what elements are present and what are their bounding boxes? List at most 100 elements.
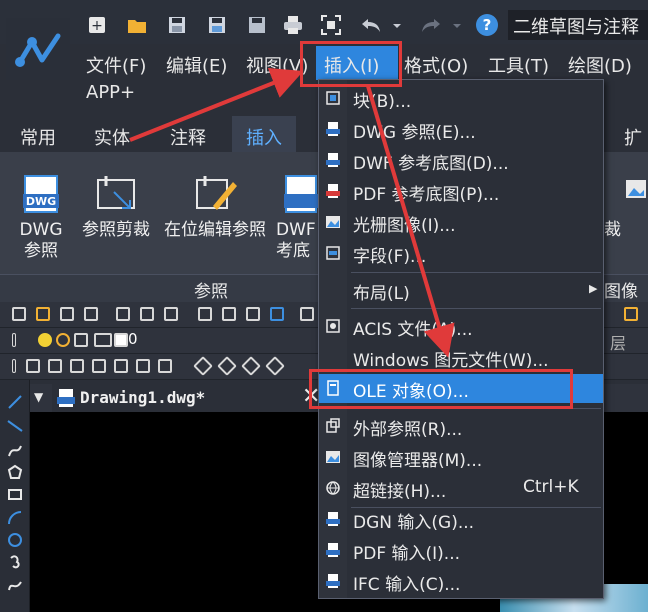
- view-nw-iso-icon[interactable]: [265, 356, 285, 376]
- menu-file[interactable]: 文件(F): [86, 52, 146, 78]
- layer-lock-icon[interactable]: [74, 333, 88, 347]
- save-icon[interactable]: [164, 12, 190, 38]
- menu-format[interactable]: 格式(O): [404, 52, 468, 78]
- menu-draw[interactable]: 绘图(D): [568, 52, 632, 78]
- edit-in-place-button[interactable]: 在位编辑参照: [160, 172, 270, 241]
- menu-item-block[interactable]: 块(B)...: [319, 84, 603, 113]
- menu-item-dwg-ref[interactable]: DWG 参照(E)...: [319, 115, 603, 144]
- menu-item-label: 超链接(H)...: [353, 482, 447, 502]
- view-back-icon[interactable]: [136, 359, 150, 373]
- xline-icon[interactable]: [7, 418, 23, 434]
- tb-copy-icon[interactable]: [222, 307, 236, 321]
- view-front-icon[interactable]: [114, 359, 128, 373]
- saveas-icon[interactable]: [204, 12, 230, 38]
- ref-clip-button[interactable]: 参照剪裁: [78, 172, 154, 241]
- tab-solid[interactable]: 实体: [94, 124, 130, 150]
- print-icon[interactable]: [280, 12, 306, 38]
- menu-item-dwf-underlay[interactable]: DWF 参考底图(D)...: [319, 146, 603, 175]
- annotation-box-insert-menu: [300, 41, 402, 87]
- toolbar-grip-icon[interactable]: [12, 359, 16, 373]
- menu-tools[interactable]: 工具(T): [488, 52, 549, 78]
- tab-insert[interactable]: 插入: [246, 124, 282, 150]
- clip-icon: [94, 172, 138, 216]
- tab-annotate[interactable]: 注释: [170, 124, 206, 150]
- rectangle-icon[interactable]: [7, 486, 23, 502]
- menu-item-label: 字段(F)...: [353, 247, 427, 267]
- menu-item-pdf-import[interactable]: PDF 输入(I)...: [319, 536, 603, 565]
- menu-item-image-manager[interactable]: 图像管理器(M)...: [319, 443, 603, 472]
- arc-icon[interactable]: [7, 510, 23, 526]
- view-top-icon[interactable]: [26, 359, 40, 373]
- redo-icon[interactable]: [418, 12, 444, 38]
- polygon-icon[interactable]: [7, 464, 23, 480]
- redo-dropdown-icon[interactable]: [450, 12, 464, 38]
- menu-edit[interactable]: 编辑(E): [166, 52, 227, 78]
- tb-print-icon[interactable]: [116, 307, 130, 321]
- tb-paste-icon[interactable]: [246, 307, 260, 321]
- image-clip-label: 裁: [604, 220, 621, 240]
- tb-undo-icon[interactable]: [300, 307, 314, 321]
- menu-item-label: PDF 输入(I)...: [353, 544, 461, 564]
- revcloud-icon[interactable]: [7, 554, 23, 570]
- tb-new-icon[interactable]: [12, 307, 26, 321]
- dwf-underlay-label: DWF 考底: [276, 220, 316, 261]
- menu-item-dgn-import[interactable]: DGN 输入(G)...: [319, 505, 603, 534]
- layer-freeze-icon[interactable]: [56, 333, 70, 347]
- tb-match-icon[interactable]: [270, 307, 284, 321]
- saveas-alt-icon[interactable]: [244, 12, 270, 38]
- tb-preview-icon[interactable]: [140, 307, 154, 321]
- tb-text-style-icon[interactable]: [624, 307, 638, 321]
- tb-open-icon[interactable]: [36, 307, 50, 321]
- view-bottom-icon[interactable]: [48, 359, 62, 373]
- layer-color-icon[interactable]: [114, 333, 128, 347]
- menu-item-xref[interactable]: 外部参照(R)...: [319, 412, 603, 441]
- app-logo-icon[interactable]: [6, 18, 70, 80]
- tb-saveas-icon[interactable]: [84, 307, 98, 321]
- tb-publish-icon[interactable]: [164, 307, 178, 321]
- spline-icon[interactable]: [7, 578, 23, 594]
- view-iso-icon[interactable]: [158, 359, 172, 373]
- dwg-ref-button[interactable]: DWG DWG 参照: [14, 172, 68, 262]
- menu-item-field[interactable]: 字段(F)...: [319, 239, 603, 268]
- menu-item-ifc-import[interactable]: IFC 输入(C)...: [319, 567, 603, 596]
- view-sw-iso-icon[interactable]: [193, 356, 213, 376]
- dwf-underlay-button[interactable]: DWF 考底: [276, 172, 320, 262]
- line-icon[interactable]: [7, 394, 23, 410]
- menu-item-wmf[interactable]: Windows 图元文件(W)...: [319, 343, 603, 372]
- layer-plot-icon[interactable]: [94, 333, 112, 347]
- field-icon: [326, 246, 340, 260]
- zoom-extents-icon[interactable]: [318, 12, 344, 38]
- view-se-iso-icon[interactable]: [217, 356, 237, 376]
- tab-menu-icon[interactable]: ▼: [34, 390, 43, 404]
- tab-extend[interactable]: 扩: [624, 124, 642, 150]
- new-icon[interactable]: +: [84, 12, 110, 38]
- tb-cut-icon[interactable]: [198, 307, 212, 321]
- menu-item-label: 图像管理器(M)...: [353, 451, 483, 471]
- image-clip-button[interactable]: 裁: [604, 172, 648, 241]
- help-icon[interactable]: ?: [476, 14, 498, 36]
- tab-common[interactable]: 常用: [20, 124, 56, 150]
- view-left-icon[interactable]: [70, 359, 84, 373]
- polyline-icon[interactable]: [7, 442, 23, 458]
- menu-item-raster-image[interactable]: 光栅图像(I)...: [319, 208, 603, 237]
- menu-item-acis[interactable]: ACIS 文件(A)...: [319, 312, 603, 341]
- toolbar-grip-icon[interactable]: [12, 333, 16, 347]
- undo-dropdown-icon[interactable]: [390, 12, 404, 38]
- layer-name[interactable]: 0: [128, 330, 138, 348]
- menu-item-layout[interactable]: 布局(L) ▶: [319, 276, 603, 305]
- open-icon[interactable]: [124, 12, 150, 38]
- menu-item-pdf-underlay[interactable]: PDF 参考底图(P)...: [319, 177, 603, 206]
- tb-save-icon[interactable]: [60, 307, 74, 321]
- menu-view[interactable]: 视图(V): [246, 52, 308, 78]
- menu-item-shortcut: Ctrl+K: [523, 477, 579, 497]
- layer-on-icon[interactable]: [38, 333, 52, 347]
- view-right-icon[interactable]: [92, 359, 106, 373]
- menu-item-label: 外部参照(R)...: [353, 420, 463, 440]
- undo-icon[interactable]: [358, 12, 384, 38]
- menu-app-plus[interactable]: APP+: [86, 82, 135, 103]
- circle-icon[interactable]: [7, 532, 23, 548]
- view-ne-iso-icon[interactable]: [241, 356, 261, 376]
- menu-item-hyperlink[interactable]: 超链接(H)... Ctrl+K: [319, 474, 603, 503]
- workspace-title[interactable]: 二维草图与注释: [508, 10, 648, 40]
- document-tab[interactable]: Drawing1.dwg* ✕: [52, 384, 338, 412]
